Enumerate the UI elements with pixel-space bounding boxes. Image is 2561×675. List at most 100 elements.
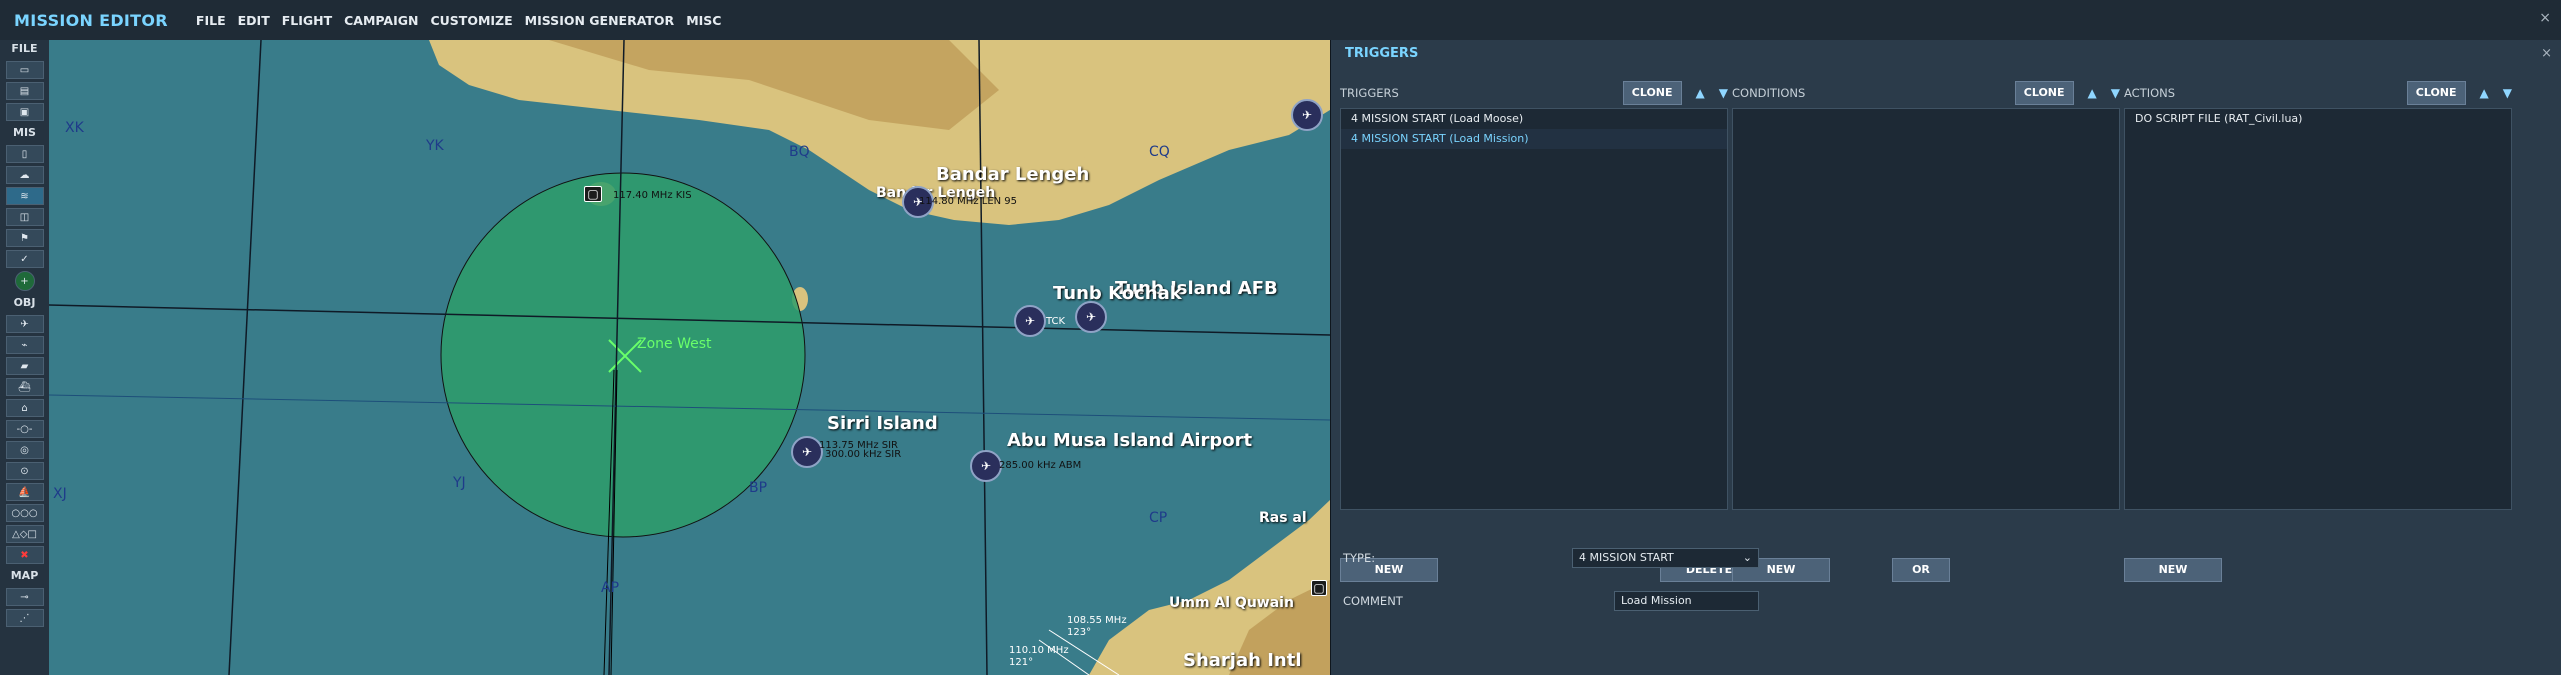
conditions-or-button[interactable]: OR: [1892, 558, 1950, 582]
conditions-list[interactable]: [1732, 108, 2120, 510]
action-row[interactable]: DO SCRIPT FILE (RAT_Civil.lua): [2125, 109, 2511, 129]
menu-mission-generator[interactable]: MISSION GENERATOR: [525, 13, 675, 28]
place-sirri-island: Sirri Island: [827, 413, 938, 434]
airport-tunb-island-icon[interactable]: ✈: [1075, 301, 1107, 333]
open-folder-icon[interactable]: ▤: [5, 82, 44, 100]
triggers-column: TRIGGERS CLONE ▲ ▼ 4 MISSION START (Load…: [1340, 80, 1758, 582]
airport-tunb-kochak-icon[interactable]: ✈: [1014, 305, 1046, 337]
comment-label: COMMENT: [1343, 594, 1403, 608]
grid-label: CQ: [1149, 144, 1170, 160]
conditions-move-up-icon[interactable]: ▲: [2088, 86, 2097, 100]
type-select[interactable]: 4 MISSION START ⌄: [1572, 548, 1759, 568]
map-view[interactable]: XK YK BQ CQ XJ YJ BP CP AP Zone West 117…: [49, 40, 1330, 675]
freq-abm: 285.00 kHz ABM: [999, 460, 1082, 471]
conditions-move-down-icon[interactable]: ▼: [2111, 86, 2120, 100]
actions-move-up-icon[interactable]: ▲: [2480, 86, 2489, 100]
trigger-row-selected[interactable]: 4 MISSION START (Load Mission): [1341, 129, 1727, 149]
freq-shj-2: 110.10 MHz: [1009, 645, 1069, 656]
toolbar-section-mis: MIS: [13, 126, 36, 139]
freq-kis: 117.40 MHz KIS: [613, 190, 692, 201]
helicopter-icon[interactable]: ⌁: [5, 336, 44, 354]
place-ras-al: Ras al: [1259, 510, 1307, 526]
map-graphics: [49, 40, 1330, 675]
target-icon[interactable]: ⊙: [5, 462, 44, 480]
left-toolbar: FILE ▭ ▤ ▣ MIS ▯ ☁ ≋ ◫ ⚑ ✓ + OBJ ✈ ⌁ ▰ ⛴…: [0, 40, 50, 675]
freq-shj-1b: 123°: [1067, 627, 1092, 638]
freq-sir-2: 300.00 kHz SIR: [825, 449, 902, 460]
actions-clone-button[interactable]: CLONE: [2406, 81, 2466, 105]
actions-label: ACTIONS: [2124, 86, 2176, 100]
comment-field[interactable]: Load Mission: [1614, 591, 1759, 611]
trigger-zone-icon[interactable]: ◎: [5, 441, 44, 459]
toolbar-section-map: MAP: [10, 569, 39, 582]
triggers-icon[interactable]: ≋: [5, 187, 44, 205]
ship-icon[interactable]: ⛴: [5, 378, 44, 396]
template-icon[interactable]: ⛵: [5, 483, 44, 501]
save-icon[interactable]: ▣: [5, 103, 44, 121]
triggers-clone-button[interactable]: CLONE: [1622, 81, 1682, 105]
shapes-icon[interactable]: △◇□: [5, 525, 44, 543]
actions-list[interactable]: DO SCRIPT FILE (RAT_Civil.lua): [2124, 108, 2512, 510]
grid-label: BQ: [789, 144, 810, 160]
conditions-column: CONDITIONS CLONE ▲ ▼ NEW OR: [1732, 80, 2120, 582]
multi-select-icon[interactable]: ○○○: [5, 504, 44, 522]
freq-shj-2b: 121°: [1009, 657, 1034, 668]
actions-move-down-icon[interactable]: ▼: [2503, 86, 2512, 100]
menubar: MISSION EDITOR FILE EDIT FLIGHT CAMPAIGN…: [0, 0, 2561, 41]
grid-line: [228, 40, 262, 675]
grid-label: XK: [65, 120, 84, 136]
menu-campaign[interactable]: CAMPAIGN: [344, 13, 418, 28]
triggers-move-down-icon[interactable]: ▼: [1719, 86, 1728, 100]
grid-label: YK: [426, 138, 444, 154]
panel-close-icon[interactable]: ×: [2541, 46, 2552, 61]
type-select-value: 4 MISSION START: [1579, 551, 1674, 564]
actions-new-button[interactable]: NEW: [2124, 558, 2222, 582]
check-icon[interactable]: ✓: [5, 250, 44, 268]
app-title: MISSION EDITOR: [14, 10, 168, 30]
place-umm-al-quwain: Umm Al Quwain: [1169, 595, 1294, 611]
panel-title: TRIGGERS: [1345, 46, 1419, 61]
triggers-panel: TRIGGERS × TRIGGERS CLONE ▲ ▼ 4 MISSION …: [1330, 40, 2561, 675]
weather-icon[interactable]: ☁: [5, 166, 44, 184]
conditions-clone-button[interactable]: CLONE: [2014, 81, 2074, 105]
chevron-down-icon: ⌄: [1742, 551, 1752, 564]
zone-west-label: Zone West: [637, 336, 712, 352]
flag-icon[interactable]: ⚑: [5, 229, 44, 247]
waypoint-icon[interactable]: -○-: [5, 420, 44, 438]
grid-label: YJ: [453, 475, 466, 491]
ground-unit-icon[interactable]: ▰: [5, 357, 44, 375]
menu-file[interactable]: FILE: [196, 13, 226, 28]
toolbar-section-file: FILE: [11, 42, 38, 55]
conditions-label: CONDITIONS: [1732, 86, 1806, 100]
menu-flight[interactable]: FLIGHT: [282, 13, 332, 28]
add-group-icon[interactable]: +: [14, 271, 35, 291]
menu-misc[interactable]: MISC: [686, 13, 721, 28]
triggers-list[interactable]: 4 MISSION START (Load Moose) 4 MISSION S…: [1340, 108, 1728, 510]
freq-shj-1: 108.55 MHz: [1067, 615, 1127, 626]
airport-qeshm-icon[interactable]: ✈: [1291, 99, 1323, 131]
vor-kish-icon[interactable]: ▢: [584, 186, 602, 202]
map-options-icon[interactable]: ⋰: [5, 609, 44, 627]
vor-uae-icon[interactable]: ▢: [1311, 580, 1327, 596]
airport-abu-musa-icon[interactable]: ✈: [970, 450, 1002, 482]
place-bandar-lengeh: Bandar Lengeh: [936, 164, 1090, 185]
menu-customize[interactable]: CUSTOMIZE: [430, 13, 512, 28]
menu-edit[interactable]: EDIT: [238, 13, 270, 28]
triggers-move-up-icon[interactable]: ▲: [1696, 86, 1705, 100]
window-close-icon[interactable]: ×: [2539, 10, 2551, 26]
freq-lengeh: 114.80 MHz LEN 95: [919, 196, 1018, 207]
freq-tnk: TCK: [1046, 316, 1066, 327]
grid-label: AP: [601, 580, 620, 596]
delete-icon[interactable]: ✖: [5, 546, 44, 564]
new-file-icon[interactable]: ▭: [5, 61, 44, 79]
trigger-row[interactable]: 4 MISSION START (Load Moose): [1341, 109, 1727, 129]
triggers-label: TRIGGERS: [1340, 86, 1399, 100]
plane-icon[interactable]: ✈: [5, 315, 44, 333]
ruler-icon[interactable]: ⊸: [5, 588, 44, 606]
static-object-icon[interactable]: ⌂: [5, 399, 44, 417]
place-tunb-kochak: Tunb Kochak: [1053, 283, 1182, 304]
briefing-icon[interactable]: ▯: [5, 145, 44, 163]
goals-icon[interactable]: ◫: [5, 208, 44, 226]
grid-label: XJ: [53, 486, 67, 502]
type-label: TYPE:: [1343, 551, 1376, 565]
